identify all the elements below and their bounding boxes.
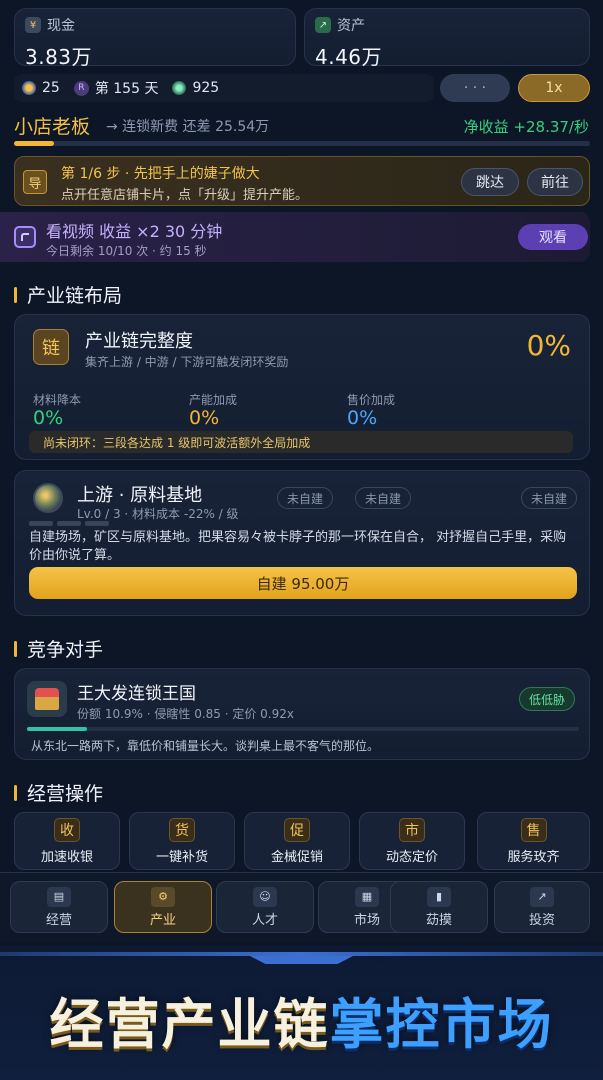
rank-r-icon: R: [73, 80, 89, 96]
video-ad-title: 看视频 收益 ×2 30 分钟: [46, 222, 223, 241]
op-promotion-button[interactable]: 促 金械促销: [244, 812, 350, 870]
gem-count: 925: [192, 80, 220, 96]
video-ad-banner: 看视频 收益 ×2 30 分钟 今日剩余 10/10 次 · 约 15 秒 观看: [0, 212, 590, 262]
cash-icon: ¥: [25, 17, 41, 33]
guide-title: 第 1/6 步 · 先把手上的婕子做大: [61, 166, 260, 182]
video-ad-sub: 今日剩余 10/10 次 · 约 15 秒: [46, 244, 207, 258]
competitor-threat-badge: 低低胁: [519, 687, 575, 711]
promo-headline-part2: 掌控市场: [329, 993, 554, 1056]
competitor-share-fill: [27, 727, 88, 731]
nav-tab-industry[interactable]: ⚙ 产业: [114, 881, 212, 933]
nav-tab-operations[interactable]: ▤ 经营: [10, 881, 108, 933]
chain-card-sub: 集齐上游 / 中游 / 下游可触发闭环奖励: [85, 355, 289, 369]
chain-percent: 0%: [526, 329, 571, 362]
chain-notice: 尚未闭环：三段各达成 1 级即可波活额外全局加成: [29, 431, 573, 453]
op-promo-icon: 促: [284, 817, 310, 842]
promo-headline-part1: 经营产业链: [49, 993, 330, 1056]
competitor-stats: 份额 10.9% · 侵瞎性 0.85 · 定价 0.92x: [77, 707, 294, 721]
chain-section-title: 产业链布局: [14, 281, 122, 308]
nav-tab-invest[interactable]: ↗ 投资: [494, 881, 590, 933]
guide-badge: 导: [23, 170, 47, 194]
upstream-build-button[interactable]: 自建 95.00万: [29, 567, 577, 599]
video-play-icon: [14, 226, 36, 248]
status-row: 25 R 第 155 天 925: [14, 74, 434, 102]
nav-tab-talent[interactable]: ☺ 人才: [216, 881, 314, 933]
op-goods-icon: 货: [169, 817, 195, 842]
coin-icon: [22, 81, 36, 95]
op-service-icon: 售: [520, 817, 547, 842]
watch-video-button[interactable]: 观看: [518, 224, 588, 250]
guide-go-button[interactable]: 前往: [527, 168, 583, 196]
promo-frame-notch: [250, 956, 353, 964]
op-speed-cashier-button[interactable]: 收 加速收银: [14, 812, 120, 870]
day-counter: 第 155 天: [94, 81, 159, 97]
ops-section-title: 经营操作: [14, 779, 103, 806]
metric-price-value: 0%: [347, 407, 378, 429]
promo-banner: 经营产业链掌控市场: [0, 946, 603, 1080]
upstream-tag-1: 未自建: [277, 487, 333, 509]
rank-title: 小店老板: [14, 116, 91, 138]
upstream-meta: Lv.0 / 3 · 材料成本 -22% / 级: [77, 507, 239, 521]
assets-chart-icon: ↗: [315, 17, 331, 33]
assets-label: 资产: [337, 18, 365, 34]
nav-shop-icon: ▤: [47, 886, 71, 907]
nav-people-icon: ☺: [253, 886, 277, 907]
metric-capacity-value: 0%: [189, 407, 220, 429]
castle-icon: [35, 688, 59, 710]
nav-bar-chart-icon: ▮: [427, 886, 451, 907]
nav-market-icon: ▦: [355, 886, 379, 907]
promo-headline: 经营产业链掌控市场: [0, 980, 603, 1059]
metric-price-label: 售价加成: [347, 393, 396, 407]
guide-banner: 导 第 1/6 步 · 先把手上的婕子做大 点开任意店铺卡片，点「升级」提升产能…: [14, 156, 590, 206]
competitor-avatar: [27, 681, 67, 717]
op-restock-button[interactable]: 货 一键补货: [129, 812, 235, 870]
upstream-level-pips: [29, 521, 109, 526]
promo-frame-line: [0, 952, 603, 956]
upstream-tag-2: 未自建: [355, 487, 411, 509]
guide-skip-button[interactable]: 跳达: [461, 168, 519, 196]
rank-progress-fill: [14, 141, 55, 146]
more-button[interactable]: · · ·: [440, 74, 510, 102]
chain-completeness-card: 链 产业链完整度 集齐上游 / 中游 / 下游可触发闭环奖励 0% 材料降本 0…: [14, 314, 590, 460]
coin-count: 25: [42, 80, 60, 96]
nav-tab-competition[interactable]: ▮ 苭摸: [390, 881, 488, 933]
cash-panel: ¥ 现金 3.83万: [14, 8, 296, 69]
metric-material-label: 材料降本: [33, 393, 82, 407]
competitor-section-title: 竞争对手: [14, 635, 103, 662]
competitor-share-track: [27, 727, 579, 731]
op-service-button[interactable]: 售 服务玫齐: [477, 812, 590, 870]
nav-trend-icon: ↗: [530, 886, 554, 907]
speed-button[interactable]: 1x: [518, 74, 590, 102]
rank-next-text: → 连锁新费 还差 25.54万: [106, 119, 270, 135]
metric-capacity-label: 产能加成: [189, 393, 238, 407]
guide-desc: 点开任意店铺卡片，点「升级」提升产能。: [61, 188, 309, 203]
assets-panel: ↗ 资产 4.46万: [304, 8, 590, 69]
metric-material-value: 0%: [33, 407, 64, 429]
rank-progress-track: [14, 141, 590, 146]
upstream-desc: 自建场场，矿区与原料基地。把果容易々被卡脖子的那一环保在自合， 对抒握自己手里，…: [29, 530, 567, 563]
op-dynamic-pricing-button[interactable]: 市 动态定价: [359, 812, 465, 870]
upstream-title: 上游 · 原料基地: [77, 485, 203, 506]
cash-label: 现金: [47, 18, 75, 34]
chain-badge: 链: [33, 329, 69, 365]
upstream-globe-icon: [33, 483, 63, 513]
upstream-tag-3: 未自建: [521, 487, 577, 509]
competitor-name: 王大发连锁王国: [77, 684, 196, 704]
assets-value: 4.46万: [315, 45, 383, 69]
nav-factory-icon: ⚙: [151, 886, 175, 907]
net-income: 净收益 +28.37/秒: [463, 118, 589, 136]
competitor-desc: 从东北一路两下，靠低价和铺量长大。谈判桌上最不客气的那位。: [31, 739, 380, 753]
gem-icon: [172, 81, 187, 95]
op-market-icon: 市: [399, 817, 425, 842]
competitor-card[interactable]: 王大发连锁王国 份额 10.9% · 侵瞎性 0.85 · 定价 0.92x 低…: [14, 668, 590, 760]
cash-value: 3.83万: [25, 45, 93, 69]
chain-card-title: 产业链完整度: [85, 331, 193, 352]
op-cashier-icon: 收: [54, 817, 80, 842]
upstream-card[interactable]: 上游 · 原料基地 Lv.0 / 3 · 材料成本 -22% / 级 未自建 未…: [14, 470, 590, 616]
